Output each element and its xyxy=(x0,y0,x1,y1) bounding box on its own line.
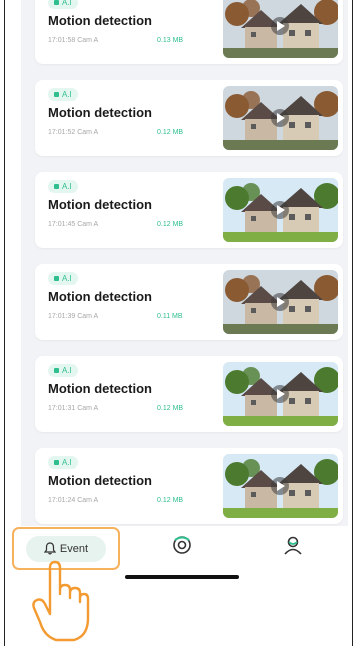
event-size: 0.12 MB xyxy=(157,405,184,412)
hand-pointer-icon xyxy=(32,560,90,642)
event-card[interactable]: A.I Motion detection 17:01:52 Cam A 0.12 MB xyxy=(35,80,343,156)
event-title: Motion detection xyxy=(48,13,152,28)
event-meta: 17:01:58 Cam A xyxy=(48,37,99,44)
home-indicator xyxy=(125,575,239,579)
event-card[interactable]: A.I Motion detection 17:01:58 Cam A 0.13 MB xyxy=(35,0,343,64)
ai-tag-label: A.I xyxy=(62,458,72,467)
tag-dot-icon xyxy=(54,460,59,465)
event-card[interactable]: A.I Motion detection 17:01:24 Cam A 0.12 MB xyxy=(35,448,343,524)
ai-tag: A.I xyxy=(48,88,78,101)
tag-dot-icon xyxy=(54,368,59,373)
event-thumbnail[interactable] xyxy=(223,178,338,242)
event-meta: 17:01:39 Cam A xyxy=(48,313,99,320)
event-title: Motion detection xyxy=(48,473,152,488)
ai-tag: A.I xyxy=(48,0,78,9)
event-thumbnail[interactable] xyxy=(223,0,338,58)
event-card[interactable]: A.I Motion detection 17:01:45 Cam A 0.12 MB xyxy=(35,172,343,248)
ai-tag-label: A.I xyxy=(62,274,72,283)
ai-tag: A.I xyxy=(48,272,78,285)
ai-tag-label: A.I xyxy=(62,182,72,191)
event-title: Motion detection xyxy=(48,105,152,120)
ai-tag-label: A.I xyxy=(62,366,72,375)
event-title: Motion detection xyxy=(48,289,152,304)
event-size: 0.11 MB xyxy=(157,313,183,320)
tag-dot-icon xyxy=(54,0,59,5)
event-thumbnail[interactable] xyxy=(223,270,338,334)
bell-icon xyxy=(43,542,56,555)
event-size: 0.12 MB xyxy=(157,221,184,228)
tag-dot-icon xyxy=(54,276,59,281)
event-title: Motion detection xyxy=(48,381,152,396)
tag-dot-icon xyxy=(54,184,59,189)
camera-icon[interactable] xyxy=(171,534,193,556)
event-meta: 17:01:45 Cam A xyxy=(48,221,99,228)
event-thumbnail[interactable] xyxy=(223,86,338,150)
event-card[interactable]: A.I Motion detection 17:01:39 Cam A 0.11 MB xyxy=(35,264,343,340)
event-title: Motion detection xyxy=(48,197,152,212)
user-icon[interactable] xyxy=(282,534,304,556)
ai-tag: A.I xyxy=(48,456,78,469)
event-meta: 17:01:31 Cam A xyxy=(48,405,99,412)
event-size: 0.13 MB xyxy=(157,37,184,44)
event-thumbnail[interactable] xyxy=(223,454,338,518)
ai-tag: A.I xyxy=(48,364,78,377)
event-list[interactable]: A.I Motion detection 17:01:58 Cam A 0.13 MB… xyxy=(21,0,348,526)
event-size: 0.12 MB xyxy=(157,497,184,504)
tab-event-label: Event xyxy=(59,542,89,555)
device-frame-right xyxy=(352,0,353,646)
ai-tag-label: A.I xyxy=(62,0,72,7)
tag-dot-icon xyxy=(54,92,59,97)
event-meta: 17:01:24 Cam A xyxy=(48,497,99,504)
event-thumbnail[interactable] xyxy=(223,362,338,426)
event-card[interactable]: A.I Motion detection 17:01:31 Cam A 0.12 MB xyxy=(35,356,343,432)
tab-event-pill[interactable]: Event xyxy=(26,535,106,562)
ai-tag: A.I xyxy=(48,180,78,193)
event-size: 0.12 MB xyxy=(157,129,184,136)
event-meta: 17:01:52 Cam A xyxy=(48,129,99,136)
ai-tag-label: A.I xyxy=(62,90,72,99)
